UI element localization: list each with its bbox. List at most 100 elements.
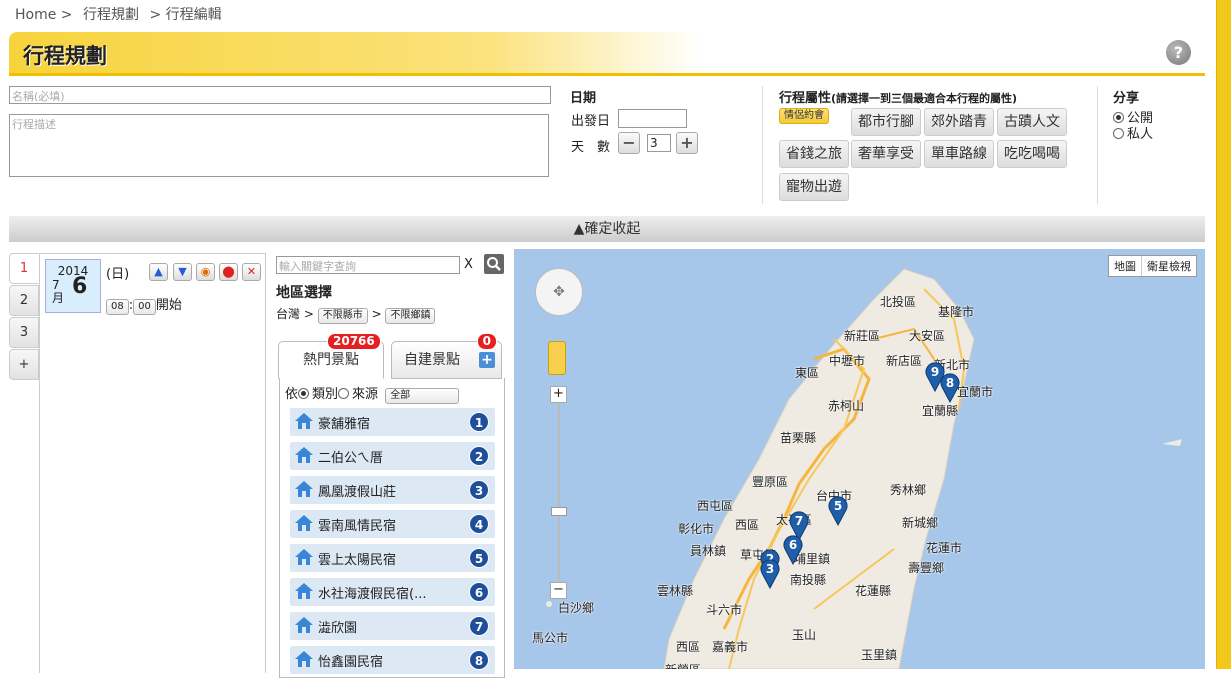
depart-date-input[interactable] [618,109,687,128]
day-tab-1[interactable]: 1 [9,253,39,284]
delete-icon[interactable]: ✕ [242,263,261,281]
marker-number: 8 [945,376,955,390]
tag-couple-date[interactable]: 情侶約會 [779,108,829,124]
house-icon [294,446,314,464]
list-item[interactable]: 澁欣園 7 [290,612,495,640]
map-land [546,268,1182,669]
list-item[interactable]: 雲上太陽民宿 5 [290,544,495,572]
map-type-map[interactable]: 地圖 [1109,256,1141,276]
zoom-out-button[interactable]: − [550,582,567,599]
house-icon [294,582,314,600]
pan-control-icon[interactable]: ✥ [535,268,583,316]
tag-budget[interactable]: 省錢之旅 [779,140,849,168]
share-private-option[interactable]: 私人 [1113,123,1153,142]
zoom-slider-handle[interactable] [551,507,567,516]
add-spot-icon[interactable]: + [479,352,495,368]
arrow-label: > [371,307,382,321]
filter-category-label: 類別 [312,387,339,402]
attributes-title: 行程屬性 [779,91,832,106]
days-plus-button[interactable]: + [676,132,698,154]
date-month-unit: 月 [52,291,65,305]
breadcrumb-plan[interactable]: 行程規劃 [83,7,139,23]
map-type-control: 地圖 衛星檢視 [1108,255,1197,277]
tag-city-walk[interactable]: 都市行腳 [851,108,921,136]
tab-custom-label: 自建景點 [404,352,460,368]
share-private-label: 私人 [1127,127,1154,142]
move-down-icon[interactable]: ▼ [173,263,192,281]
map-label: 苗栗縣 [780,431,817,445]
attributes-hint: (請選擇一到三個最適合本行程的屬性) [831,92,1018,105]
filter-dropdown[interactable]: 全部 [385,388,460,404]
start-label: 開始 [155,298,182,313]
tag-food[interactable]: 吃吃喝喝 [997,140,1067,168]
depart-label: 出發日 [571,114,611,129]
house-icon [294,514,314,532]
tag-heritage[interactable]: 古蹟人文 [997,108,1067,136]
house-icon [294,616,314,634]
map-label: 西區 [676,640,701,654]
radio-icon[interactable] [1113,112,1124,123]
day-tab-2[interactable]: 2 [9,285,39,316]
list-item[interactable]: 豪舖雅宿 1 [290,408,495,436]
radio-icon[interactable] [338,388,350,399]
map-view[interactable]: 地圖 衛星檢視 ✥ + − 北投區 基隆市 新莊區 大安區 中壢市 新店區 新北… [514,249,1205,669]
day-panel: 2014 7 月 6 (日) ▲ ▼ ◉ ⬤ ✕ 08:00 開始 [39,253,266,673]
list-item[interactable]: 二伯公ㄟ厝 2 [290,442,495,470]
street-view-icon[interactable] [548,341,566,375]
map-type-satellite[interactable]: 衛星檢視 [1141,256,1196,276]
zoom-slider-track[interactable] [558,404,560,582]
house-icon [294,650,314,668]
map-label: 新城鄉 [902,516,939,530]
custom-count-badge: 0 [476,333,497,350]
name-input[interactable]: 名稱(必填) [9,86,551,104]
tag-outing[interactable]: 郊外踏青 [924,108,994,136]
hour-select[interactable]: 08 [106,299,129,315]
radio-icon[interactable] [1113,128,1124,139]
spot-number: 8 [469,650,489,670]
popular-count-badge: 20766 [327,333,381,350]
spot-number: 2 [469,446,489,466]
add-day-tab[interactable]: + [9,349,39,380]
map-label: 玉山 [792,628,817,642]
list-item[interactable]: 怡鑫園民宿 8 [290,646,495,674]
zoom-in-button[interactable]: + [550,386,567,403]
marker-number: 5 [833,499,843,513]
days-minus-button[interactable]: − [618,132,640,154]
breadcrumb-home[interactable]: Home > [15,7,73,23]
spot-number: 1 [469,412,489,432]
days-input[interactable]: 3 [647,134,671,152]
search-icon[interactable] [484,254,504,274]
list-item[interactable]: 雲南風情民宿 4 [290,510,495,538]
filter-source-label: 來源 [352,387,379,402]
day-tab-3[interactable]: 3 [9,317,39,348]
tag-cycling[interactable]: 單車路線 [924,140,994,168]
town-select[interactable]: 不限鄉鎮 [385,308,436,324]
eye-icon[interactable]: ◉ [196,263,215,281]
map-pin-icon[interactable]: ⬤ [219,263,238,281]
move-up-icon[interactable]: ▲ [149,263,168,281]
list-item[interactable]: 鳳凰渡假山莊 3 [290,476,495,504]
minute-select[interactable]: 00 [133,299,156,315]
tag-luxury[interactable]: 奢華享受 [851,140,921,168]
tab-popular-spots[interactable]: 熱門景點 20766 [278,333,384,379]
keyword-input[interactable]: 輸入關鍵字查詢 [276,256,460,274]
map-label: 宜蘭縣 [922,404,959,418]
description-textarea[interactable]: 行程描述 [9,114,549,177]
date-month: 7 [52,278,60,292]
map-marker[interactable]: 6 [782,535,804,566]
attributes-heading: 行程屬性(請選擇一到三個最適合本行程的屬性) [779,87,1017,106]
map-label: 西屯區 [697,499,734,513]
collapse-button[interactable]: ▲確定收起 [9,216,1205,242]
map-marker[interactable]: 3 [759,559,781,590]
list-item[interactable]: 水社海渡假民宿(... 6 [290,578,495,606]
radio-icon[interactable] [298,388,310,399]
help-icon[interactable]: ? [1166,40,1191,65]
breadcrumb-edit: > 行程編輯 [149,7,222,23]
right-accent-bar [1216,0,1231,669]
clear-button[interactable]: X [464,257,473,272]
tab-custom-spots[interactable]: 自建景點 0 + [391,333,502,379]
county-select[interactable]: 不限縣市 [317,308,368,324]
tag-pets[interactable]: 寵物出遊 [779,173,849,201]
map-marker[interactable]: 8 [939,373,961,404]
map-marker[interactable]: 5 [827,496,849,527]
